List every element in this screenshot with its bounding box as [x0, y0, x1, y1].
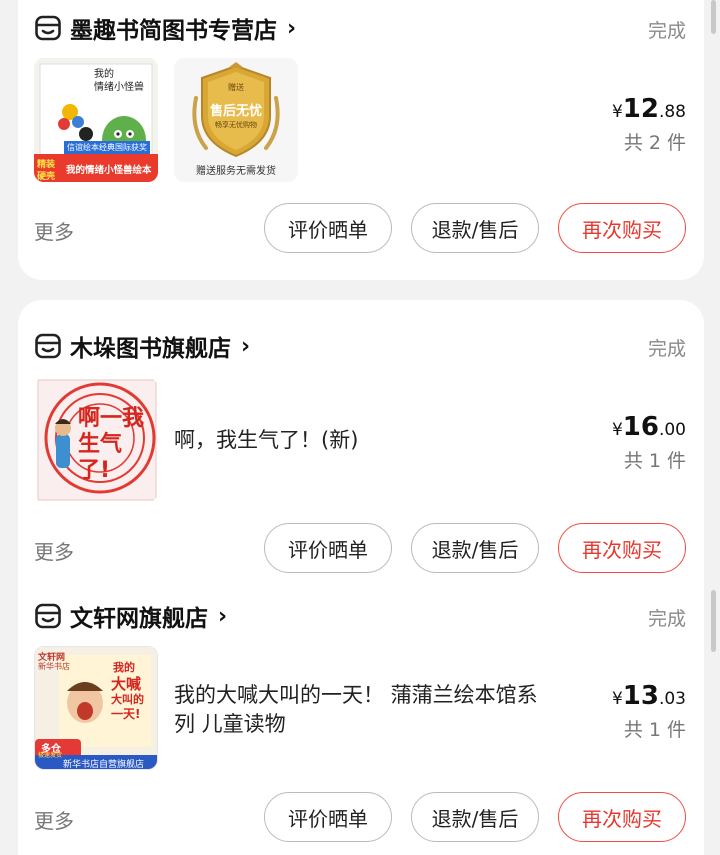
order-quantity: 共 1 件 [623, 450, 686, 472]
shop-header[interactable]: 墨趣书简图书专营店 › [34, 8, 296, 48]
book-title-line1: 我的 [94, 69, 114, 80]
order-status: 完成 [647, 608, 686, 630]
more-link[interactable]: 更多 [34, 536, 74, 565]
order-quantity: 共 2 件 [623, 132, 686, 154]
refund-button[interactable]: 退款/售后 [411, 792, 539, 842]
award-banner: 信谊绘本经典国际获奖 [64, 141, 150, 154]
service-thumbnail[interactable]: 赠送 售后无忧 畅享无忧购物 赠送服务无需发货 [174, 58, 298, 182]
store-strip: 新华书店自营旗舰店 [63, 760, 145, 770]
rebuy-button[interactable]: 再次购买 [558, 203, 686, 253]
shop-name: 墨趣书简图书专营店 [70, 18, 277, 44]
product-strip: 我的情绪小怪兽绘本 [66, 165, 152, 176]
rebuy-button[interactable]: 再次购买 [558, 523, 686, 573]
shop-name: 文轩网旗舰店 [70, 606, 208, 632]
scrollbar-thumb[interactable] [711, 590, 716, 652]
order-card: 墨趣书简图书专营店 › 完成 我的 情绪小怪兽 信谊绘本经典国际获奖 精装 硬壳… [18, 0, 704, 280]
fast-ship-badge: 极速发货 [38, 752, 63, 759]
book-cover-title: 啊一我生气了! [78, 406, 145, 483]
order-price: ¥13.03 [611, 681, 686, 711]
shop-header[interactable]: 木垛图书旗舰店 › [34, 326, 250, 366]
review-button[interactable]: 评价晒单 [264, 523, 392, 573]
store-icon [35, 333, 61, 359]
hardcover-tag-2: 硬壳 [37, 172, 56, 182]
order-quantity: 共 1 件 [623, 719, 686, 741]
product-title-line2[interactable]: 列 儿童读物 [174, 710, 286, 739]
product-title[interactable]: 我的大喊大叫的一天！ 蒲蒲兰绘本馆系 [174, 681, 538, 710]
chevron-right-icon: › [218, 603, 228, 629]
order-price: ¥12.88 [611, 94, 686, 124]
badge-main-text: 售后无忧 [209, 104, 262, 119]
service-caption: 赠送服务无需发货 [196, 166, 276, 177]
shop-name: 木垛图书旗舰店 [70, 336, 231, 362]
store-icon [35, 603, 61, 629]
product-thumbnail[interactable]: 我的 情绪小怪兽 信谊绘本经典国际获奖 精装 硬壳 我的情绪小怪兽绘本 [34, 58, 158, 182]
brand-sub-text: 新华书店 [38, 662, 70, 671]
badge-sub-text: 畅享无忧购物 [215, 121, 257, 129]
product-thumbnail[interactable]: 文轩网 新华书店 我的 大喊 大叫的 一天! 多仓 极速发货 新华书店自营旗舰店 [34, 646, 158, 770]
rebuy-button[interactable]: 再次购买 [558, 792, 686, 842]
order-status: 完成 [647, 20, 686, 42]
book-title-line2: 情绪小怪兽 [94, 82, 144, 93]
chevron-right-icon: › [241, 333, 251, 359]
review-button[interactable]: 评价晒单 [264, 792, 392, 842]
order-status: 完成 [647, 338, 686, 360]
refund-button[interactable]: 退款/售后 [411, 523, 539, 573]
cover-title-4: 一天! [111, 707, 141, 721]
refund-button[interactable]: 退款/售后 [411, 203, 539, 253]
store-icon [35, 15, 61, 41]
scrollbar-top[interactable] [711, 0, 716, 34]
more-link[interactable]: 更多 [34, 216, 74, 245]
review-button[interactable]: 评价晒单 [264, 203, 392, 253]
badge-top-text: 赠送 [228, 83, 244, 92]
product-title[interactable]: 啊，我生气了！(新) [174, 426, 358, 455]
more-link[interactable]: 更多 [34, 805, 74, 834]
chevron-right-icon: › [287, 15, 297, 41]
shop-header[interactable]: 文轩网旗舰店 › [34, 596, 227, 636]
order-card: 木垛图书旗舰店 › 完成 啊一我生气了! 啊，我生气了！(新) ¥16.00 共… [18, 300, 704, 855]
order-price: ¥16.00 [611, 412, 686, 442]
product-thumbnail[interactable]: 啊一我生气了! [34, 378, 158, 502]
